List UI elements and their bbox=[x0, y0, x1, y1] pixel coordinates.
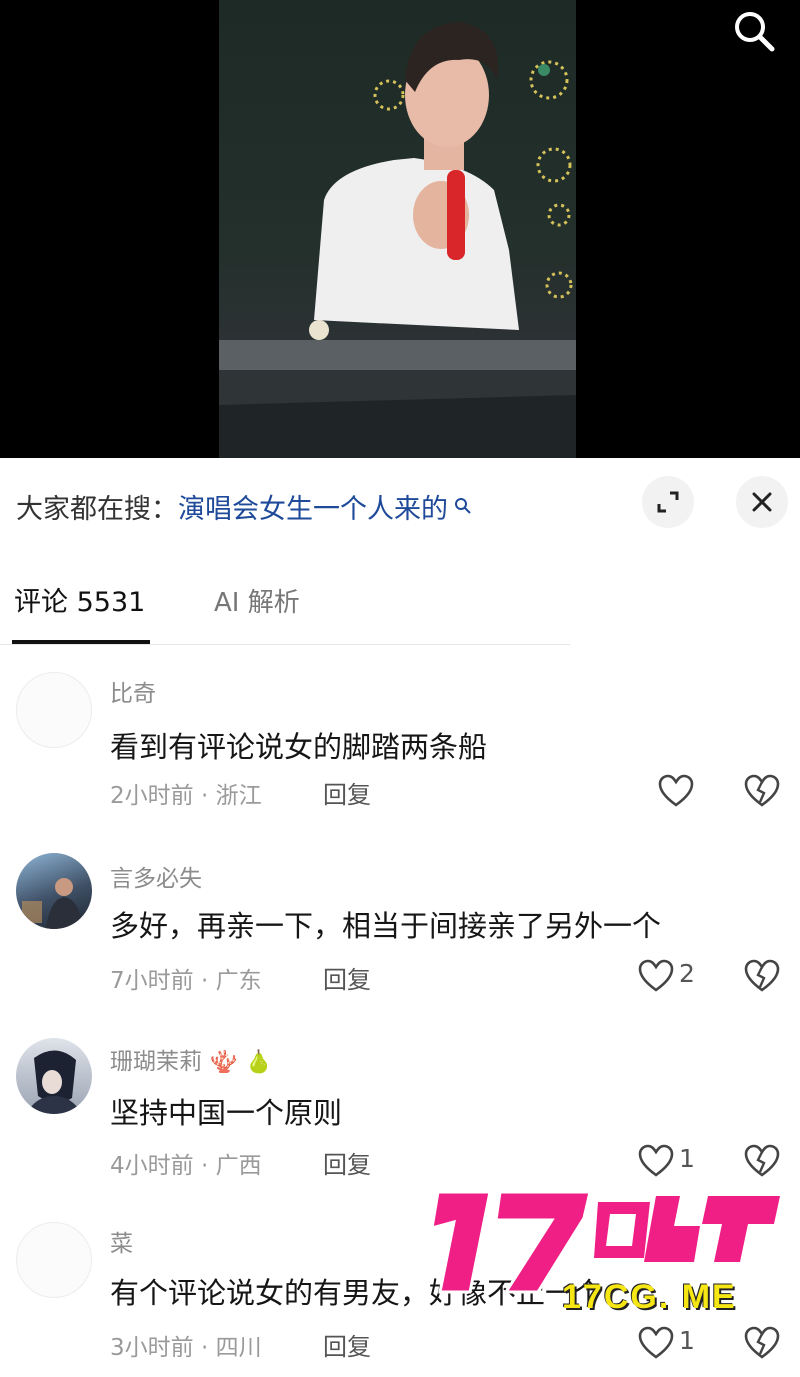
comment-username-text: 珊瑚茉莉 bbox=[110, 1049, 202, 1075]
comment-username[interactable]: 言多必失 bbox=[110, 859, 202, 893]
like-button[interactable]: 2 bbox=[638, 955, 718, 995]
comment-time-location: 7小时前 · 广东 bbox=[110, 968, 262, 994]
comment-text: 看到有评论说女的脚踏两条船 bbox=[110, 730, 488, 764]
dislike-button[interactable] bbox=[742, 955, 782, 995]
reply-button[interactable]: 回复 bbox=[323, 1145, 371, 1180]
like-count: 2 bbox=[679, 959, 695, 988]
avatar[interactable] bbox=[16, 672, 92, 748]
comment-time-location: 4小时前 · 广西 bbox=[110, 1153, 262, 1179]
comment-text: 坚持中国一个原则 bbox=[110, 1096, 343, 1130]
trending-search-prefix: 大家都在搜： bbox=[16, 494, 178, 525]
small-search-icon bbox=[448, 498, 472, 520]
comment-text: 有个评论说女的有男友，好像不止一个 bbox=[110, 1276, 604, 1310]
tab-ai-analysis[interactable]: AI 解析 bbox=[214, 585, 300, 621]
expand-button[interactable] bbox=[642, 476, 694, 528]
comment-text: 多好，再亲一下，相当于间接亲了另外一个 bbox=[110, 909, 662, 943]
trending-search-hint: 大家都在搜：演唱会女生一个人来的 bbox=[16, 492, 472, 528]
concert-scene-image bbox=[219, 22, 576, 458]
avatar-photo-icon bbox=[22, 878, 82, 929]
watermark-site-text: 17CG. ME bbox=[562, 1278, 737, 1316]
like-button[interactable]: 1 bbox=[638, 1140, 718, 1180]
avatar[interactable] bbox=[16, 1222, 92, 1298]
comment-item: 言多必失 多好，再亲一下，相当于间接亲了另外一个 7小时前 · 广东 回复 2 bbox=[0, 845, 800, 1025]
dislike-button[interactable] bbox=[742, 770, 782, 810]
close-button[interactable] bbox=[736, 476, 788, 528]
comment-time-location: 3小时前 · 四川 bbox=[110, 1335, 262, 1361]
tab-comments[interactable]: 评论 5531 bbox=[14, 585, 145, 621]
trending-search-query[interactable]: 演唱会女生一个人来的 bbox=[178, 494, 448, 525]
comment-item: 珊瑚茉莉 🪸 🍐 坚持中国一个原则 4小时前 · 广西 回复 1 bbox=[0, 1030, 800, 1210]
dislike-button[interactable] bbox=[742, 1322, 782, 1362]
reply-button[interactable]: 回复 bbox=[323, 775, 371, 810]
search-button[interactable] bbox=[728, 6, 780, 54]
comment-username[interactable]: 珊瑚茉莉 🪸 🍐 bbox=[110, 1042, 273, 1076]
video-player[interactable] bbox=[0, 0, 800, 458]
like-count: 1 bbox=[679, 1144, 695, 1173]
reply-button[interactable]: 回复 bbox=[323, 960, 371, 995]
coral-emoji-icon: 🪸 bbox=[210, 1050, 238, 1075]
tab-divider bbox=[0, 644, 570, 645]
avatar[interactable] bbox=[16, 853, 92, 929]
like-count: 1 bbox=[679, 1326, 695, 1355]
concert-video-frame bbox=[219, 0, 576, 458]
comment-item: 比奇 看到有评论说女的脚踏两条船 2小时前 · 浙江 回复 bbox=[0, 660, 800, 840]
comment-username[interactable]: 比奇 bbox=[110, 674, 156, 708]
like-button[interactable]: 1 bbox=[638, 1322, 718, 1362]
search-icon bbox=[728, 12, 780, 58]
comment-username[interactable]: 菜 bbox=[110, 1224, 133, 1258]
pear-emoji-icon: 🍐 bbox=[245, 1050, 273, 1075]
dislike-button[interactable] bbox=[742, 1140, 782, 1180]
like-button[interactable] bbox=[658, 770, 738, 810]
reply-button[interactable]: 回复 bbox=[323, 1327, 371, 1362]
avatar-illustration-icon bbox=[26, 1050, 82, 1114]
comment-time-location: 2小时前 · 浙江 bbox=[110, 783, 262, 809]
avatar[interactable] bbox=[16, 1038, 92, 1114]
